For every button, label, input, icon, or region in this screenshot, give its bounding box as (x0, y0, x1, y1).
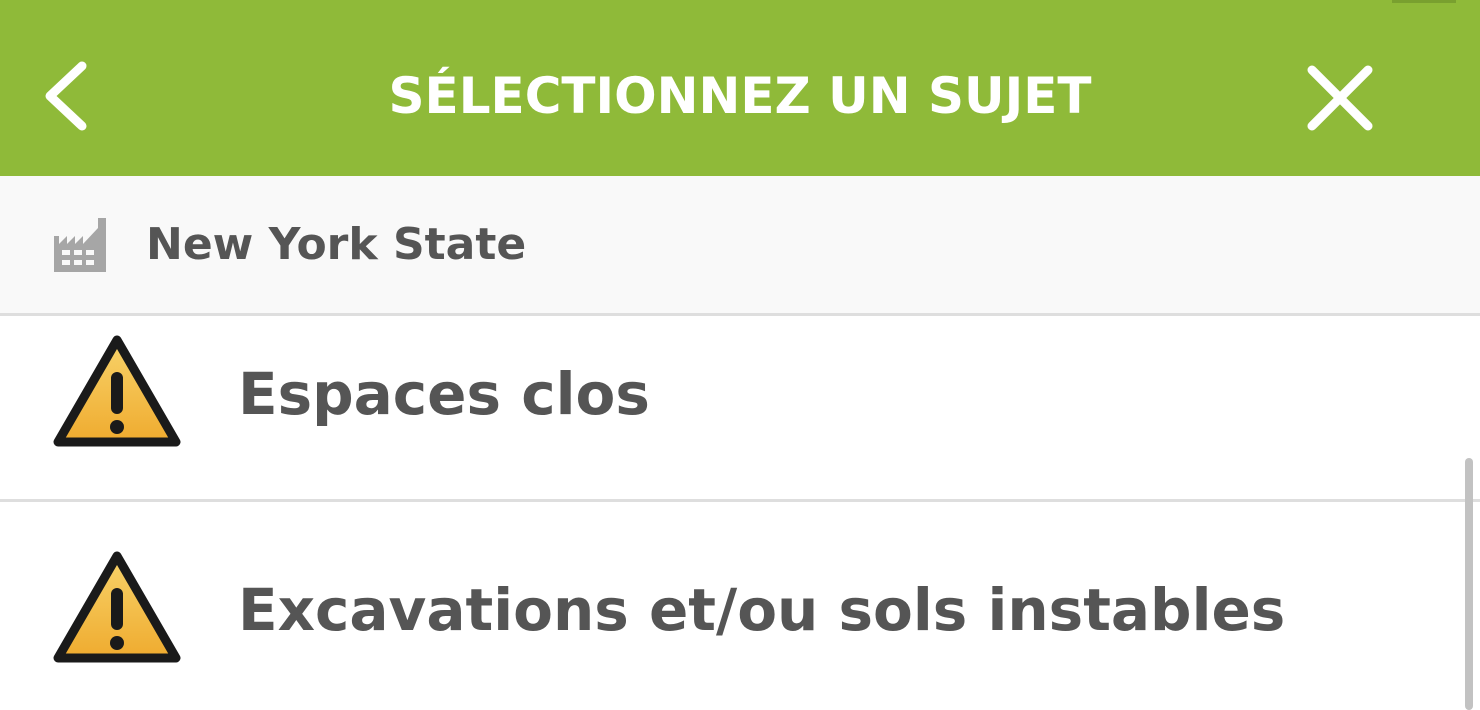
app-header: SÉLECTIONNEZ UN SUJET (0, 0, 1480, 176)
scrollbar[interactable] (1465, 458, 1473, 710)
close-icon (1307, 65, 1373, 131)
factory-icon (54, 218, 106, 272)
topic-label: Excavations et/ou sols instables (238, 576, 1286, 644)
list-item[interactable]: Excavations et/ou sols instables (0, 502, 1480, 710)
back-button[interactable] (30, 48, 110, 144)
page-title: SÉLECTIONNEZ UN SUJET (388, 67, 1092, 125)
warning-icon (53, 551, 181, 663)
list-item[interactable]: Espaces clos (0, 316, 1480, 502)
status-indicator (1392, 0, 1456, 3)
topic-label: Espaces clos (238, 360, 650, 428)
site-name: New York State (146, 219, 527, 270)
chevron-left-icon (45, 61, 87, 131)
warning-icon (53, 335, 181, 447)
close-button[interactable] (1294, 52, 1386, 144)
